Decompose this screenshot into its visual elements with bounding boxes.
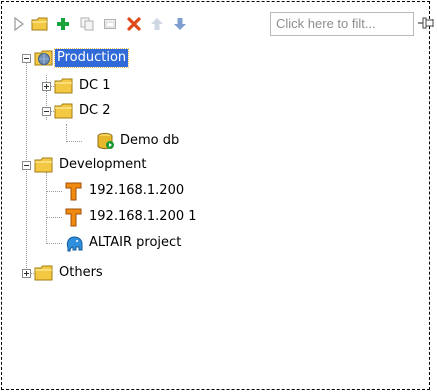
tree-item-label: DC 1 — [79, 78, 111, 93]
tree-item-altair-project[interactable]: ALTAIR project — [0, 231, 437, 255]
tree-item-dc2[interactable]: DC 2 — [0, 99, 437, 123]
collapse-toggle[interactable] — [22, 161, 31, 170]
folder-icon — [54, 102, 74, 120]
group-folder-icon — [34, 49, 54, 67]
tree-item-others[interactable]: Others — [0, 261, 437, 285]
server-connection-icon — [64, 181, 84, 201]
tree-item-demo-db[interactable]: Demo db — [0, 129, 437, 153]
expand-toggle[interactable] — [42, 82, 51, 91]
connection-tree: Production DC 1 DC 2 Demo db Development… — [0, 0, 437, 392]
tree-item-label: 192.168.1.200 1 — [89, 209, 197, 224]
server-connection-icon — [64, 207, 84, 227]
tree-item-production[interactable]: Production — [0, 46, 437, 70]
expand-toggle[interactable] — [22, 269, 31, 278]
tree-item-label: Demo db — [120, 133, 180, 148]
tree-item-development[interactable]: Development — [0, 153, 437, 177]
tree-item-label: DC 2 — [79, 103, 111, 118]
folder-icon — [34, 156, 54, 174]
tree-item-label: Development — [59, 157, 147, 172]
tree-item-server-2[interactable]: 192.168.1.200 1 — [0, 205, 437, 229]
collapse-toggle[interactable] — [22, 54, 31, 63]
tree-item-label: 192.168.1.200 — [89, 183, 185, 198]
folder-icon — [34, 264, 54, 282]
tree-item-label: Production — [53, 48, 130, 68]
database-icon — [96, 132, 116, 150]
folder-icon — [54, 77, 74, 95]
tree-item-dc1[interactable]: DC 1 — [0, 74, 437, 98]
collapse-toggle[interactable] — [42, 107, 51, 116]
tree-item-label: ALTAIR project — [89, 235, 182, 250]
tree-item-server-1[interactable]: 192.168.1.200 — [0, 179, 437, 203]
tree-item-label: Others — [59, 265, 103, 280]
elephant-icon — [64, 234, 84, 252]
